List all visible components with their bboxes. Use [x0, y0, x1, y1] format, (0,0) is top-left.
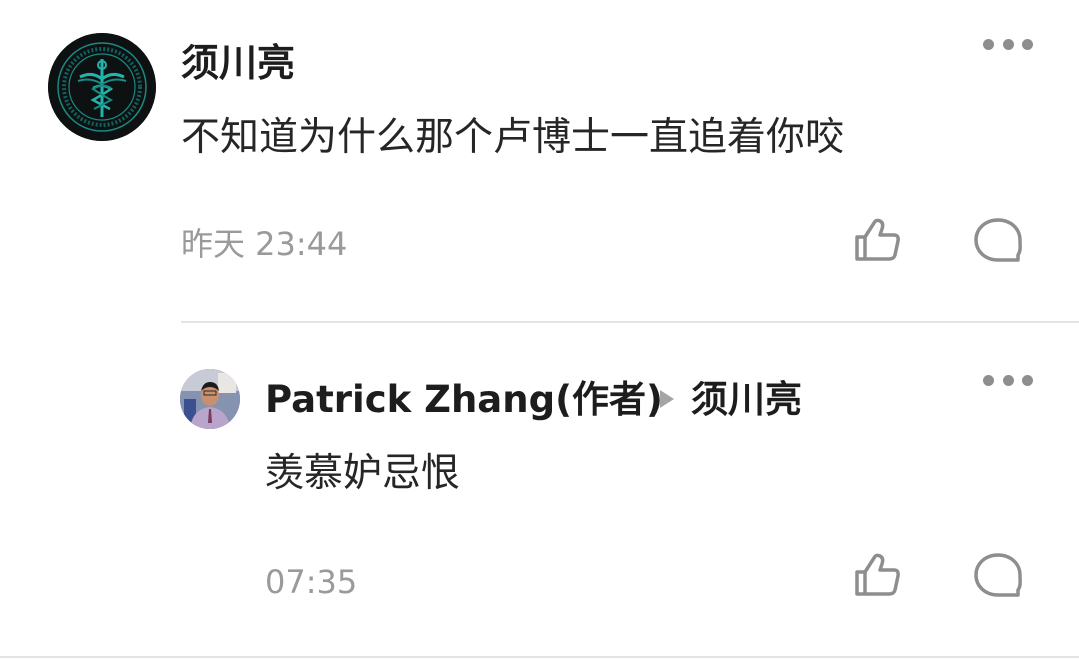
reply-target[interactable]: 须川亮: [691, 375, 802, 425]
reply-time: 07:35: [265, 563, 358, 601]
thumbs-up-icon: [855, 553, 900, 596]
reply-author[interactable]: Patrick Zhang(作者): [265, 375, 663, 425]
triangle-right-icon: [660, 390, 674, 408]
person-photo-icon: [180, 369, 240, 429]
thumbs-up-icon: [855, 218, 900, 261]
more-dots-icon[interactable]: [983, 370, 1033, 390]
like-button[interactable]: [850, 547, 906, 603]
avatar[interactable]: [48, 33, 156, 141]
comment-author[interactable]: 须川亮: [181, 38, 295, 88]
more-dots-icon[interactable]: [983, 34, 1033, 54]
caduceus-emblem-icon: [48, 33, 156, 141]
reply-button[interactable]: [970, 547, 1026, 603]
like-button[interactable]: [850, 212, 906, 268]
avatar[interactable]: [180, 369, 240, 429]
divider: [0, 656, 1079, 658]
comment-text: 不知道为什么那个卢博士一直追着你咬: [181, 115, 845, 160]
divider: [181, 321, 1079, 323]
reply-text: 羡慕妒忌恨: [265, 451, 461, 496]
comment-time: 昨天 23:44: [181, 225, 348, 263]
comment-thread: 须川亮 不知道为什么那个卢博士一直追着你咬 昨天 23:44 Patrick Z…: [0, 0, 1079, 659]
comment-bubble-icon: [974, 553, 1022, 597]
comment-bubble-icon: [974, 218, 1022, 262]
reply-button[interactable]: [970, 212, 1026, 268]
